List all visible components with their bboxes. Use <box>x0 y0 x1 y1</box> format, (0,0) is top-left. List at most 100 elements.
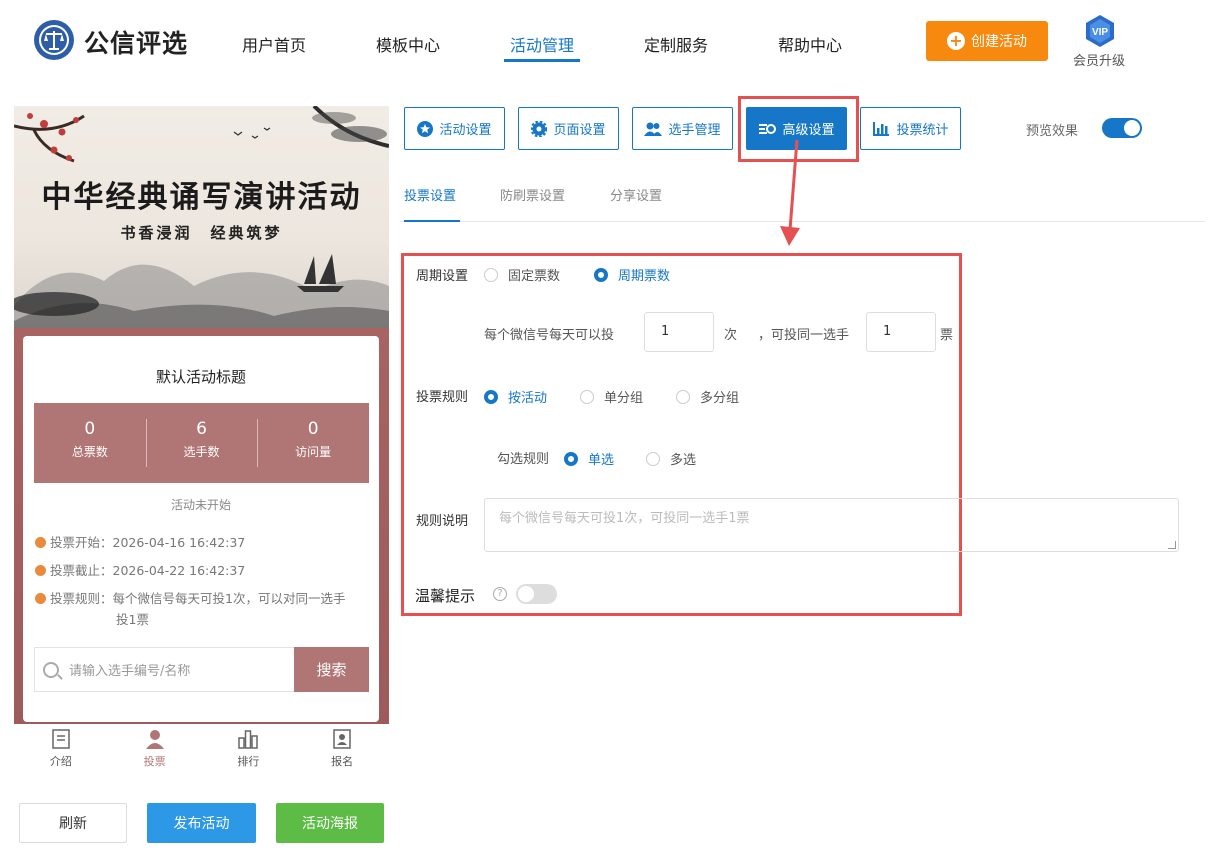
stat-value: 6 <box>196 419 207 439</box>
annotation-form-highlight <box>401 253 962 616</box>
activity-card: 默认活动标题 0 总票数 6 选手数 0 访问量 活动未开始 投票开始：2026… <box>23 336 379 722</box>
cycle-settings-label: 周期设置 <box>416 269 469 284</box>
help-icon[interactable]: ? <box>493 587 507 601</box>
clock-icon <box>35 565 46 576</box>
vote-end-text: 投票截止：2026-04-22 16:42:37 <box>50 563 246 578</box>
brand-name[interactable]: 公信评选 <box>84 24 188 60</box>
create-activity-button[interactable]: + 创建活动 <box>926 21 1048 61</box>
nav-home[interactable]: 用户首页 <box>242 32 306 56</box>
radio-label: 周期票数 <box>618 269 671 284</box>
poster-button[interactable]: 活动海报 <box>276 803 384 843</box>
tab-share-settings[interactable]: 分享设置 <box>610 185 662 204</box>
radio-circle <box>564 451 578 466</box>
activity-settings-button[interactable]: 活动设置 <box>404 107 505 150</box>
activity-status: 活动未开始 <box>170 498 231 512</box>
stat-total-votes: 0 总票数 <box>34 403 146 483</box>
textarea-placeholder: 每个微信号每天可投1次，可投同一选手1票 <box>499 511 750 526</box>
tab-label: 投票 <box>143 755 166 768</box>
radio-label: 单分组 <box>604 391 644 406</box>
player-management-button[interactable]: 选手管理 <box>632 107 733 150</box>
search-icon <box>43 661 59 678</box>
tab-anti-cheat-settings[interactable]: 防刷票设置 <box>500 185 565 204</box>
subtab-active-indicator <box>404 220 460 222</box>
rank-icon <box>238 730 259 749</box>
votes-unit: 票 <box>940 328 954 343</box>
vip-badge-text: VIP <box>1092 27 1108 38</box>
gear-icon <box>531 120 548 137</box>
tab-vote[interactable]: 投票 <box>108 724 202 772</box>
badge-icon <box>333 729 351 749</box>
rule-description-label: 规则说明 <box>416 514 469 529</box>
tab-vote-settings[interactable]: 投票设置 <box>404 185 456 204</box>
vote-end-line: 投票截止：2026-04-22 16:42:37 <box>35 560 365 581</box>
tab-signup[interactable]: 报名 <box>295 724 389 772</box>
clock-icon <box>35 537 46 548</box>
top-header: 公信评选 用户首页 模板中心 活动管理 定制服务 帮助中心 + 创建活动 VIP… <box>0 0 1225 80</box>
vote-statistics-button[interactable]: 投票统计 <box>860 107 961 150</box>
nav-help-center[interactable]: 帮助中心 <box>778 32 842 56</box>
tab-rank[interactable]: 排行 <box>202 724 296 772</box>
stat-label: 访问量 <box>295 445 332 459</box>
radio-circle <box>580 389 594 404</box>
nav-activity-management[interactable]: 活动管理 <box>510 32 574 56</box>
star-icon <box>417 120 434 137</box>
nav-custom-service[interactable]: 定制服务 <box>644 32 708 56</box>
publish-button[interactable]: 发布活动 <box>147 803 256 843</box>
preview-toggle[interactable] <box>1102 118 1142 138</box>
mobile-preview: 中华经典诵写演讲活动 书香浸润 经典筑梦 默认活动标题 0 总票数 6 选手数 … <box>14 106 389 724</box>
vote-rule-continued: 投1票 <box>116 612 149 627</box>
button-label: 选手管理 <box>668 123 721 138</box>
button-label: 页面设置 <box>553 123 606 138</box>
radio-circle <box>594 267 608 282</box>
user-icon <box>145 730 164 749</box>
chart-icon <box>873 121 890 136</box>
same-player-votes-input[interactable]: 1 <box>866 312 936 352</box>
player-search: 请输入选手编号/名称 搜索 <box>34 647 369 692</box>
search-input[interactable]: 请输入选手编号/名称 <box>35 648 294 691</box>
warm-tip-toggle[interactable] <box>516 584 557 604</box>
tab-label: 排行 <box>237 755 260 768</box>
tab-intro[interactable]: 介绍 <box>14 724 108 772</box>
search-placeholder: 请输入选手编号/名称 <box>69 664 191 679</box>
stat-visits: 0 访问量 <box>257 403 369 483</box>
radio-label: 多分组 <box>700 391 740 406</box>
refresh-button[interactable]: 刷新 <box>19 803 127 843</box>
radio-single-group[interactable]: 单分组 <box>580 387 643 406</box>
warm-tip-label: 温馨提示 <box>415 587 476 605</box>
vote-rule-label: 投票规则 <box>416 390 469 405</box>
button-label: 投票统计 <box>896 123 949 138</box>
info-icon <box>35 593 46 604</box>
votes-per-day-input[interactable]: 1 <box>644 312 714 352</box>
radio-by-activity[interactable]: 按活动 <box>484 387 547 406</box>
radio-multi-group[interactable]: 多分组 <box>676 387 739 406</box>
radio-single-choice[interactable]: 单选 <box>564 449 614 468</box>
stat-value: 0 <box>307 419 319 439</box>
page-settings-button[interactable]: 页面设置 <box>518 107 619 150</box>
vote-rule-line: 投票规则：每个微信号每天可投1次，可以对同一选手 <box>35 588 365 609</box>
radio-label: 单选 <box>588 453 615 468</box>
vip-upgrade-label[interactable]: 会员升级 <box>1073 50 1125 69</box>
create-activity-label: 创建活动 <box>971 34 1027 50</box>
nav-active-indicator <box>504 59 580 62</box>
users-icon <box>644 122 663 136</box>
radio-fixed-votes[interactable]: 固定票数 <box>484 265 560 284</box>
radio-periodic-votes[interactable]: 周期票数 <box>594 265 670 284</box>
scales-logo-icon[interactable] <box>33 19 75 61</box>
radio-multi-choice[interactable]: 多选 <box>646 449 696 468</box>
same-player-label: ，可投同一选手 <box>758 328 850 343</box>
rule-description-textarea[interactable]: 每个微信号每天可投1次，可投同一选手1票 <box>484 498 1179 552</box>
resize-handle-icon[interactable] <box>1168 541 1176 549</box>
stat-players: 6 选手数 <box>145 403 258 483</box>
nav-templates[interactable]: 模板中心 <box>376 32 440 56</box>
per-day-label: 每个微信号每天可以投 <box>484 328 615 343</box>
doc-icon <box>52 729 70 749</box>
banner-title: 中华经典诵写演讲活动 <box>41 180 362 215</box>
ink-painting-illustration <box>14 106 389 328</box>
activity-banner: 中华经典诵写演讲活动 书香浸润 经典筑梦 <box>14 106 389 328</box>
stat-label: 选手数 <box>183 445 220 459</box>
stat-value: 0 <box>84 419 96 439</box>
vip-icon[interactable]: VIP <box>1083 14 1117 50</box>
radio-circle <box>484 267 498 282</box>
times-unit: 次 <box>724 328 738 343</box>
search-button[interactable]: 搜索 <box>294 647 369 692</box>
